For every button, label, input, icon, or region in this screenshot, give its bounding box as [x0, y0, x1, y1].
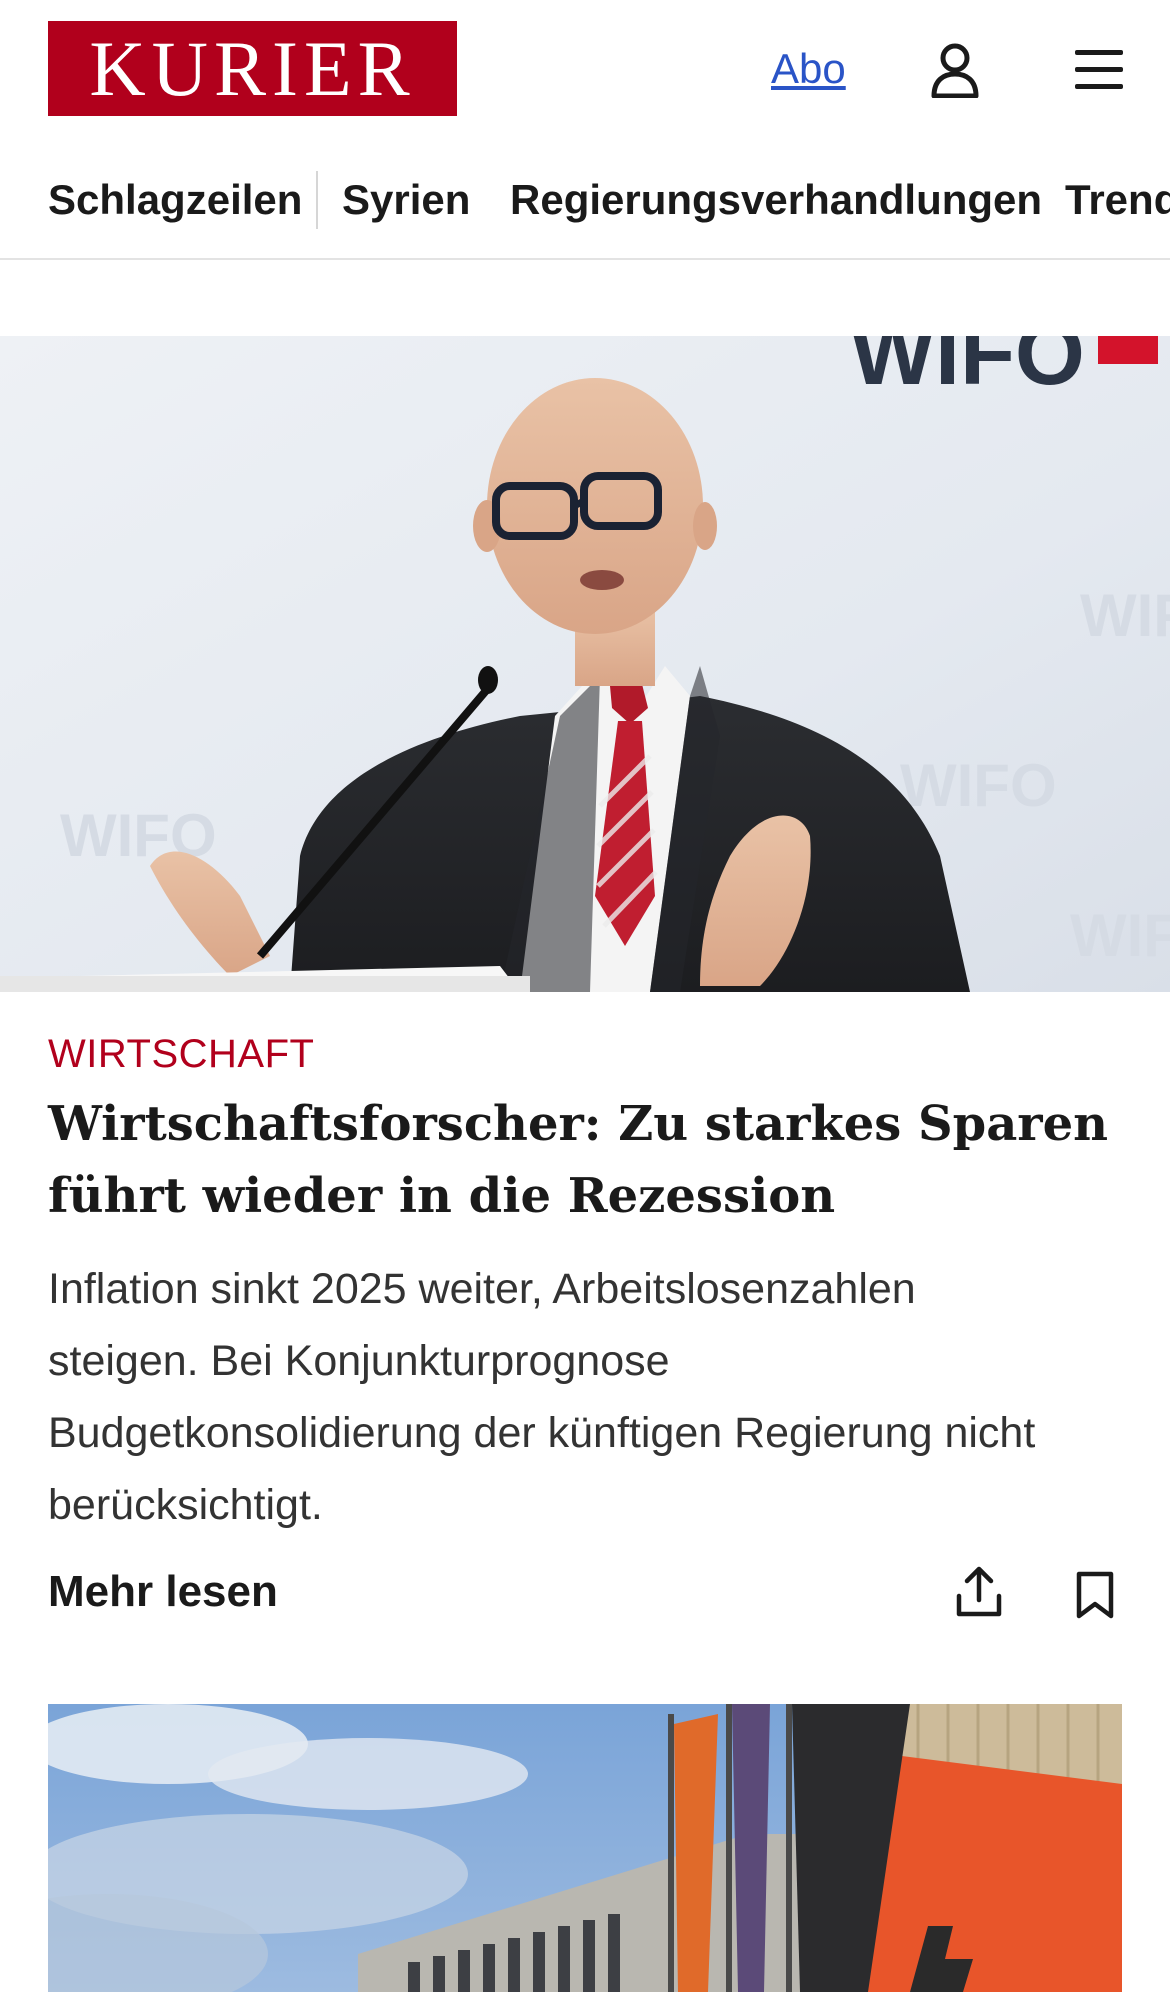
- site-header: KURIER Abo Schlagzeilen Syrien Regierung…: [0, 0, 1170, 260]
- nav-item-schlagzeilen[interactable]: Schlagzeilen: [48, 165, 302, 235]
- building-photo: [48, 1704, 1122, 1992]
- article-hero-image[interactable]: WIFO WIFO WIFO WIFO WIFO: [0, 336, 1170, 992]
- share-icon: [956, 1566, 1002, 1617]
- nav-item-trend[interactable]: Trend: [1065, 165, 1170, 235]
- abo-link[interactable]: Abo: [771, 44, 846, 94]
- kurier-logo[interactable]: KURIER: [48, 21, 457, 116]
- user-icon: [931, 43, 979, 98]
- topic-navigation: Schlagzeilen Syrien Regierungsverhandlun…: [0, 165, 1170, 235]
- share-button[interactable]: [944, 1557, 1014, 1627]
- nav-item-regierungsverhandlungen[interactable]: Regierungsverhandlungen: [510, 165, 1042, 235]
- next-article-image[interactable]: [48, 1704, 1122, 1992]
- nav-item-syrien[interactable]: Syrien: [342, 165, 470, 235]
- page: KURIER Abo Schlagzeilen Syrien Regierung…: [0, 0, 1170, 1992]
- svg-text:WIFO: WIFO: [1070, 902, 1170, 969]
- speaker-photo: WIFO WIFO WIFO WIFO WIFO: [0, 336, 1170, 992]
- bookmark-icon: [1076, 1571, 1114, 1619]
- hamburger-menu-button[interactable]: [1064, 35, 1134, 105]
- svg-text:WIFO: WIFO: [900, 752, 1057, 819]
- mehr-lesen-link[interactable]: Mehr lesen: [48, 1562, 278, 1622]
- article-teaser: Inflation sinkt 2025 weiter, Arbeitslose…: [48, 1265, 1036, 1529]
- wifo-wall-logo: WIFO: [850, 336, 1085, 404]
- bookmark-button[interactable]: [1060, 1560, 1130, 1630]
- user-account-button[interactable]: [920, 35, 990, 105]
- nav-divider: [316, 171, 318, 229]
- article-headline[interactable]: Wirtschaftsforscher: Zu starkes Sparen f…: [48, 1088, 1118, 1232]
- article-category[interactable]: WIRTSCHAFT: [48, 1027, 314, 1081]
- hamburger-menu-icon: [1075, 50, 1123, 89]
- svg-text:WIFO: WIFO: [1080, 582, 1170, 649]
